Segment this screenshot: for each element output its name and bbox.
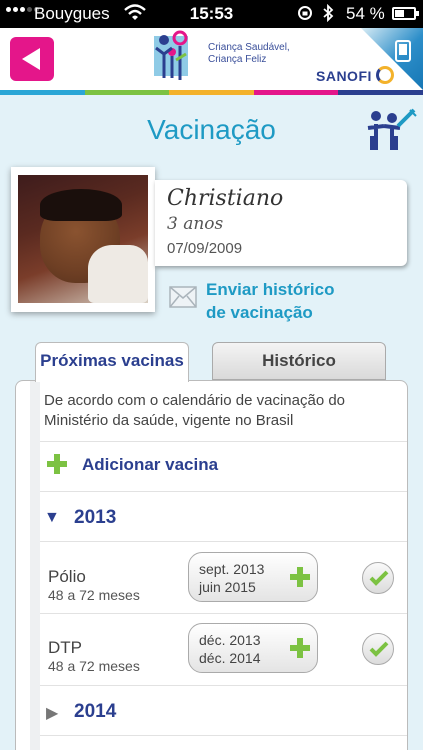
vaccines-panel: De acordo com o calendário de vacinação …: [15, 380, 408, 750]
vaccine-date-1: déc. 2013: [199, 632, 261, 648]
vaccine-age-range: 48 a 72 meses: [48, 587, 140, 603]
child-name: Christiano: [167, 186, 284, 211]
vaccine-done-checkbox[interactable]: [362, 633, 394, 665]
send-history-link[interactable]: Enviar histórico de vacinação: [206, 278, 334, 324]
check-icon: [369, 570, 389, 586]
calendar-note: De acordo com o calendário de vacinação …: [44, 392, 346, 429]
color-stripe: [0, 90, 423, 95]
child-age: 3 anos: [167, 214, 224, 234]
vaccine-age-range: 48 a 72 meses: [48, 658, 140, 674]
logo-icon: [154, 30, 188, 80]
vaccine-dates-button[interactable]: déc. 2013 déc. 2014: [188, 623, 318, 673]
vaccine-name: Pólio: [48, 567, 86, 586]
mail-icon[interactable]: [169, 286, 197, 308]
vaccine-date-1: sept. 2013: [199, 561, 265, 577]
add-vaccine-button[interactable]: Adicionar vacina: [82, 455, 218, 475]
vaccine-date-2: déc. 2014: [199, 650, 261, 666]
bluetooth-icon: [323, 4, 334, 22]
child-photo-frame[interactable]: [11, 167, 155, 312]
year-2014-label[interactable]: 2014: [74, 701, 116, 723]
phone-icon: [395, 40, 411, 62]
sponsor-logo: SANOFI: [316, 68, 372, 84]
status-bar: Bouygues 15:53 54 %: [0, 0, 423, 28]
battery-percentage: 54 %: [346, 4, 385, 23]
stripe-segment: [338, 90, 423, 95]
battery-icon: [392, 7, 419, 20]
expand-2014-icon[interactable]: ▶: [46, 703, 58, 723]
expand-2013-icon[interactable]: ▼: [44, 509, 60, 527]
child-photo: [18, 175, 148, 303]
send-history-line-2: de vacinação: [206, 303, 313, 322]
add-date-icon: [290, 638, 310, 658]
brand-line-1: Criança Saudável,: [208, 42, 290, 53]
vaccine-name: DTP: [48, 638, 82, 657]
child-info-card: Christiano 3 anos 07/09/2009: [155, 180, 407, 266]
add-vaccine-icon[interactable]: [46, 453, 68, 475]
vaccination-icon: [367, 108, 417, 150]
add-date-icon: [290, 567, 310, 587]
tab-next-vaccines[interactable]: Próximas vacinas: [35, 342, 189, 382]
vaccine-done-checkbox[interactable]: [362, 562, 394, 594]
app-header: Criança Saudável, Criança Feliz SANOFI: [0, 28, 423, 90]
check-icon: [369, 641, 389, 657]
vaccine-dates-button[interactable]: sept. 2013 juin 2015: [188, 552, 318, 602]
sponsor-mark-icon: [376, 66, 394, 84]
stripe-segment: [253, 90, 339, 95]
stripe-segment: [169, 90, 254, 95]
stripe-segment: [84, 90, 170, 95]
tab-history[interactable]: Histórico: [212, 342, 386, 380]
brand-text: Criança Saudável, Criança Feliz: [208, 42, 290, 66]
back-button[interactable]: [10, 37, 54, 81]
year-2013-label[interactable]: 2013: [74, 507, 116, 529]
brand-line-2: Criança Feliz: [208, 54, 267, 65]
rotation-lock-icon: [298, 6, 312, 20]
page-title: Vacinação: [147, 114, 276, 145]
child-birth-date: 07/09/2009: [167, 240, 243, 257]
vaccine-date-2: juin 2015: [199, 579, 256, 595]
send-history-line-1: Enviar histórico: [206, 280, 335, 299]
stripe-segment: [0, 90, 85, 95]
